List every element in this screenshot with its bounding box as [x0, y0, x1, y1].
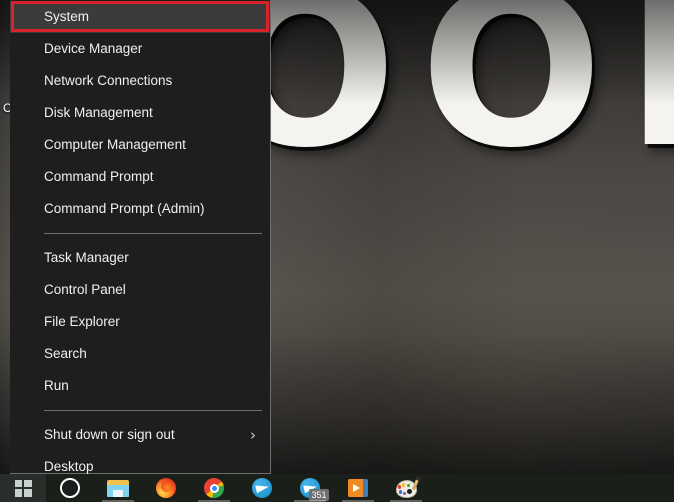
winx-quick-link-menu[interactable]: System Device Manager Network Connections D… [10, 0, 271, 474]
menu-item-label: File Explorer [44, 314, 120, 329]
menu-item-label: Control Panel [44, 282, 126, 297]
menu-item-run[interactable]: Run [10, 370, 270, 402]
taskbar-button-group: 351 [46, 474, 430, 502]
telegram-icon [252, 478, 272, 498]
menu-item-label: Task Manager [44, 250, 129, 265]
windows-logo-icon [14, 479, 32, 497]
menu-separator [44, 410, 262, 411]
menu-item-network-connections[interactable]: Network Connections [10, 65, 270, 97]
taskbar[interactable]: 351 [0, 474, 674, 502]
menu-item-label: Run [44, 378, 69, 393]
menu-item-label: Computer Management [44, 137, 186, 152]
taskbar-button-cortana[interactable] [46, 474, 94, 502]
menu-item-device-manager[interactable]: Device Manager [10, 33, 270, 65]
cortana-circle-icon [60, 478, 80, 498]
taskbar-badge: 351 [309, 489, 329, 501]
menu-item-list: System Device Manager Network Connections D… [10, 1, 270, 483]
menu-item-label: Network Connections [44, 73, 173, 88]
taskbar-button-mozilla-firefox[interactable] [142, 474, 190, 502]
taskbar-button-google-chrome[interactable] [190, 474, 238, 502]
menu-item-search[interactable]: Search [10, 338, 270, 370]
menu-item-shut-down-or-sign-out[interactable]: Shut down or sign out › [10, 419, 270, 451]
menu-item-command-prompt-admin[interactable]: Command Prompt (Admin) [10, 193, 270, 225]
file-explorer-icon [107, 479, 129, 497]
menu-item-label: Disk Management [44, 105, 153, 120]
firefox-icon [156, 478, 176, 498]
media-player-icon [348, 479, 368, 497]
taskbar-button-telegram-desktop[interactable]: 351 [286, 474, 334, 502]
menu-item-label: Command Prompt [44, 169, 154, 184]
taskbar-button-file-explorer[interactable] [94, 474, 142, 502]
menu-item-file-explorer[interactable]: File Explorer [10, 306, 270, 338]
paint-palette-icon [395, 478, 419, 498]
menu-item-label: Device Manager [44, 41, 143, 56]
taskbar-button-movies-and-tv[interactable] [334, 474, 382, 502]
taskbar-button-telegram[interactable] [238, 474, 286, 502]
desktop-screen: O O N C SystemDevice ManagerNetwork Conn… [0, 0, 674, 502]
menu-item-label: System [44, 9, 90, 24]
menu-item-control-panel[interactable]: Control Panel [10, 274, 270, 306]
menu-item-task-manager[interactable]: Task Manager [10, 242, 270, 274]
menu-item-computer-management[interactable]: Computer Management [10, 129, 270, 161]
menu-item-label: Desktop [44, 459, 94, 474]
taskbar-button-paint[interactable] [382, 474, 430, 502]
chevron-right-icon: › [250, 426, 256, 444]
menu-item-command-prompt[interactable]: Command Prompt [10, 161, 270, 193]
start-button[interactable] [0, 474, 46, 502]
menu-separator [44, 233, 262, 234]
menu-item-label: Shut down or sign out [44, 427, 175, 442]
menu-item-label: Command Prompt (Admin) [44, 201, 205, 216]
menu-item-disk-management[interactable]: Disk Management [10, 97, 270, 129]
menu-item-label: Search [44, 346, 87, 361]
chrome-icon [204, 478, 224, 498]
menu-item-system[interactable]: System [10, 1, 270, 33]
